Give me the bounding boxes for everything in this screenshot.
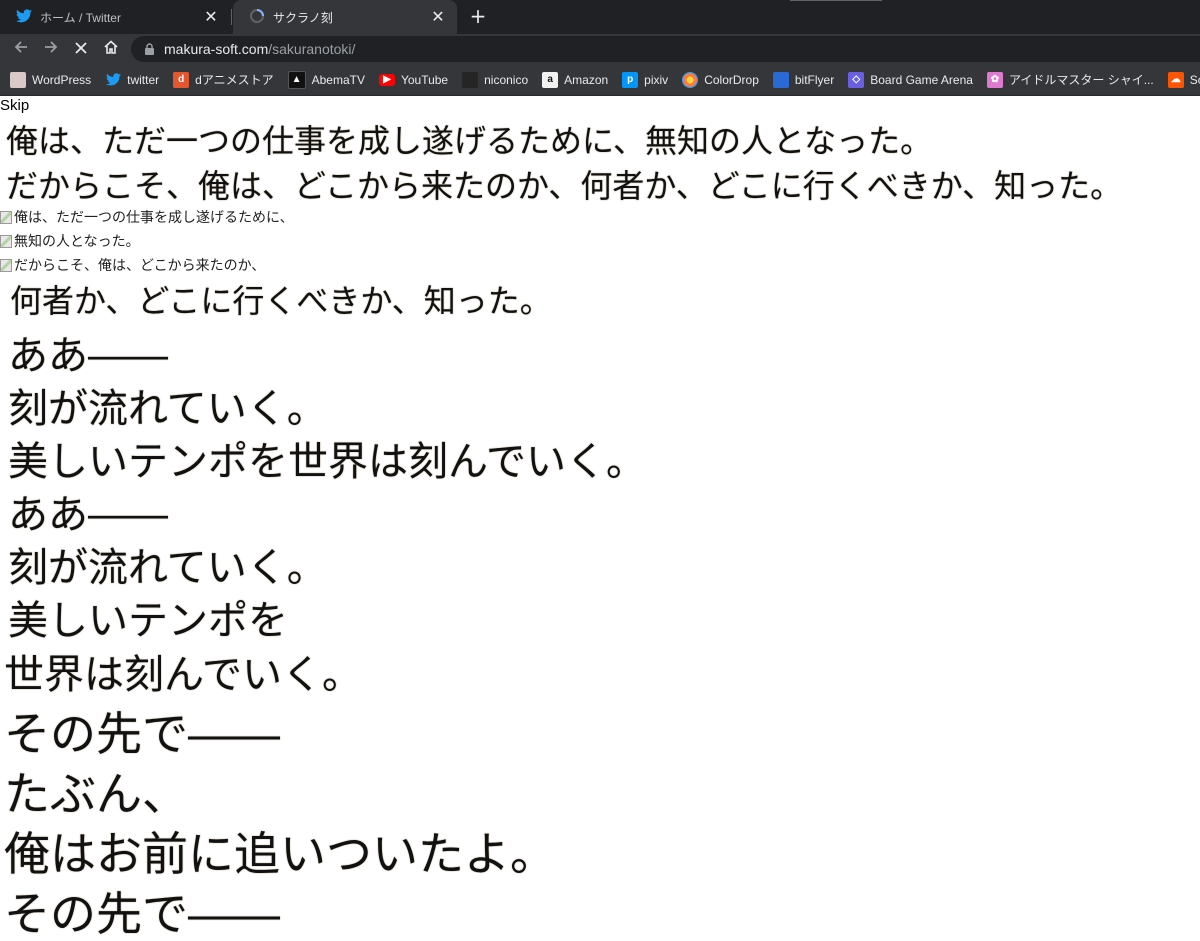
bookmark-abematv[interactable]: ▲ AbemaTV [287, 70, 365, 89]
bookmark-label: ColorDrop [704, 72, 759, 87]
bookmark-soundcloud[interactable]: ☁ SoundCloud [1167, 71, 1200, 88]
bookmark-niconico[interactable]: niconico [462, 71, 529, 88]
bookmark-label: dアニメストア [195, 73, 274, 87]
back-button[interactable] [6, 34, 36, 64]
intro-line-2: だからこそ、俺は、どこから来たのか、何者か、どこに行くべきか、知った。 [6, 167, 1123, 205]
bookmark-pixiv[interactable]: p pixiv [622, 71, 669, 88]
url-path: /sakuranotoki/ [268, 41, 356, 57]
tab-separator [231, 9, 232, 25]
bookmark-label: twitter [127, 72, 160, 87]
bookmark-youtube[interactable]: ▶ YouTube [378, 72, 449, 87]
bookmark-bitflyer[interactable]: bitFlyer [772, 71, 835, 88]
stop-loading-button[interactable] [66, 34, 96, 64]
bookmark-twitter[interactable]: twitter [105, 72, 159, 88]
twitter-icon [16, 8, 32, 26]
bookmark-wordpress[interactable]: WordPress [10, 71, 92, 88]
lyric-line: ああ―― [8, 492, 168, 538]
lyric-line: その先で―― [4, 887, 280, 941]
lyric-line: 世界は刻んでいく。 [4, 652, 362, 698]
forward-button[interactable] [36, 34, 66, 64]
loading-spinner-icon [249, 8, 265, 27]
bookmark-label: pixiv [644, 72, 669, 87]
tab-twitter[interactable]: ホーム / Twitter ✕ [0, 0, 230, 34]
bookmark-label: アイドルマスター シャイ... [1008, 73, 1154, 87]
intro-line-1: 俺は、ただ一つの仕事を成し遂げるために、無知の人となった。 [6, 122, 933, 160]
lyric-line: たぶん、 [4, 767, 188, 821]
colordrop-icon [682, 71, 699, 88]
address-bar[interactable]: makura-soft.com/sakuranotoki/ [131, 36, 1200, 62]
page-content: Skip 俺は、ただ一つの仕事を成し遂げるために、無知の人となった。 だからこそ… [0, 96, 1200, 941]
bookmark-label: niconico [484, 72, 529, 87]
soundcloud-icon: ☁ [1167, 71, 1184, 88]
browser-toolbar: makura-soft.com/sakuranotoki/ [0, 34, 1200, 64]
lyric-line: 俺はお前に追いついたよ。 [4, 827, 556, 881]
lock-icon [144, 43, 156, 55]
lyric-line: 美しいテンポを世界は刻んでいく。 [8, 439, 646, 485]
lyric-line: 刻が流れていく。 [8, 386, 327, 432]
broken-image-alt-2: 無知の人となった。 [0, 231, 140, 251]
bookmark-label: Amazon [564, 72, 609, 87]
alt-text: 無知の人となった。 [14, 234, 140, 250]
youtube-icon: ▶ [378, 73, 395, 86]
bookmark-label: Board Game Arena [870, 72, 973, 87]
twitter-icon [105, 72, 121, 88]
board-game-arena-icon: ◇ [848, 71, 865, 88]
danime-store-icon: d [173, 71, 190, 88]
idolmaster-icon: ✿ [986, 71, 1003, 88]
bookmark-label: bitFlyer [794, 72, 835, 87]
abematv-icon: ▲ [287, 70, 306, 89]
arrow-right-icon [43, 39, 59, 60]
skip-link[interactable]: Skip [0, 97, 29, 114]
close-icon [74, 39, 88, 60]
tab-title: ホーム / Twitter [40, 10, 121, 25]
bitflyer-icon [772, 71, 789, 88]
wordpress-icon [10, 71, 26, 88]
bookmark-label: SoundCloud [1189, 72, 1200, 87]
pixiv-icon: p [622, 71, 639, 88]
tab-sakuranotoki[interactable]: サクラノ刻 ✕ [233, 0, 457, 34]
close-tab-icon[interactable]: ✕ [429, 7, 447, 27]
bookmark-colordrop[interactable]: ColorDrop [682, 71, 759, 88]
tab-title: サクラノ刻 [273, 10, 333, 25]
niconico-icon [462, 71, 479, 88]
bookmark-idolmaster[interactable]: ✿ アイドルマスター シャイ... [986, 71, 1154, 88]
alt-text: 俺は、ただ一つの仕事を成し遂げるために、 [14, 210, 294, 226]
broken-image-icon [0, 210, 12, 224]
bookmark-label: AbemaTV [311, 72, 365, 87]
alt-text: だからこそ、俺は、どこから来たのか、 [14, 258, 266, 274]
home-button[interactable] [96, 34, 126, 64]
amazon-icon: a [542, 71, 559, 88]
broken-image-icon [0, 258, 12, 272]
lyric-line: 何者か、どこに行くべきか、知った。 [10, 282, 552, 320]
broken-image-alt-3: だからこそ、俺は、どこから来たのか、 [0, 255, 265, 275]
strip-divider [790, 0, 882, 1]
bookmark-label: YouTube [400, 72, 449, 87]
arrow-left-icon [13, 39, 29, 60]
home-icon [103, 39, 119, 60]
url-host: makura-soft.com [164, 41, 269, 57]
broken-image-icon [0, 234, 12, 248]
bookmark-danime-store[interactable]: d dアニメストア [173, 71, 274, 88]
broken-image-alt-1: 俺は、ただ一つの仕事を成し遂げるために、 [0, 207, 294, 227]
tab-strip: ホーム / Twitter ✕ サクラノ刻 ✕ + [0, 0, 1200, 34]
bookmark-board-game-arena[interactable]: ◇ Board Game Arena [848, 71, 973, 88]
lyric-line: ああ―― [8, 333, 168, 379]
lyric-line: 刻が流れていく。 [8, 545, 327, 591]
new-tab-button[interactable]: + [466, 4, 490, 28]
bookmark-amazon[interactable]: a Amazon [542, 71, 609, 88]
lyric-line: 美しいテンポを [8, 598, 288, 644]
close-tab-icon[interactable]: ✕ [202, 7, 220, 27]
lyric-line: その先で―― [4, 707, 280, 761]
bookmarks-bar: WordPress twitter d dアニメストア ▲ AbemaTV ▶ You… [0, 64, 1200, 96]
bookmark-label: WordPress [32, 72, 92, 87]
